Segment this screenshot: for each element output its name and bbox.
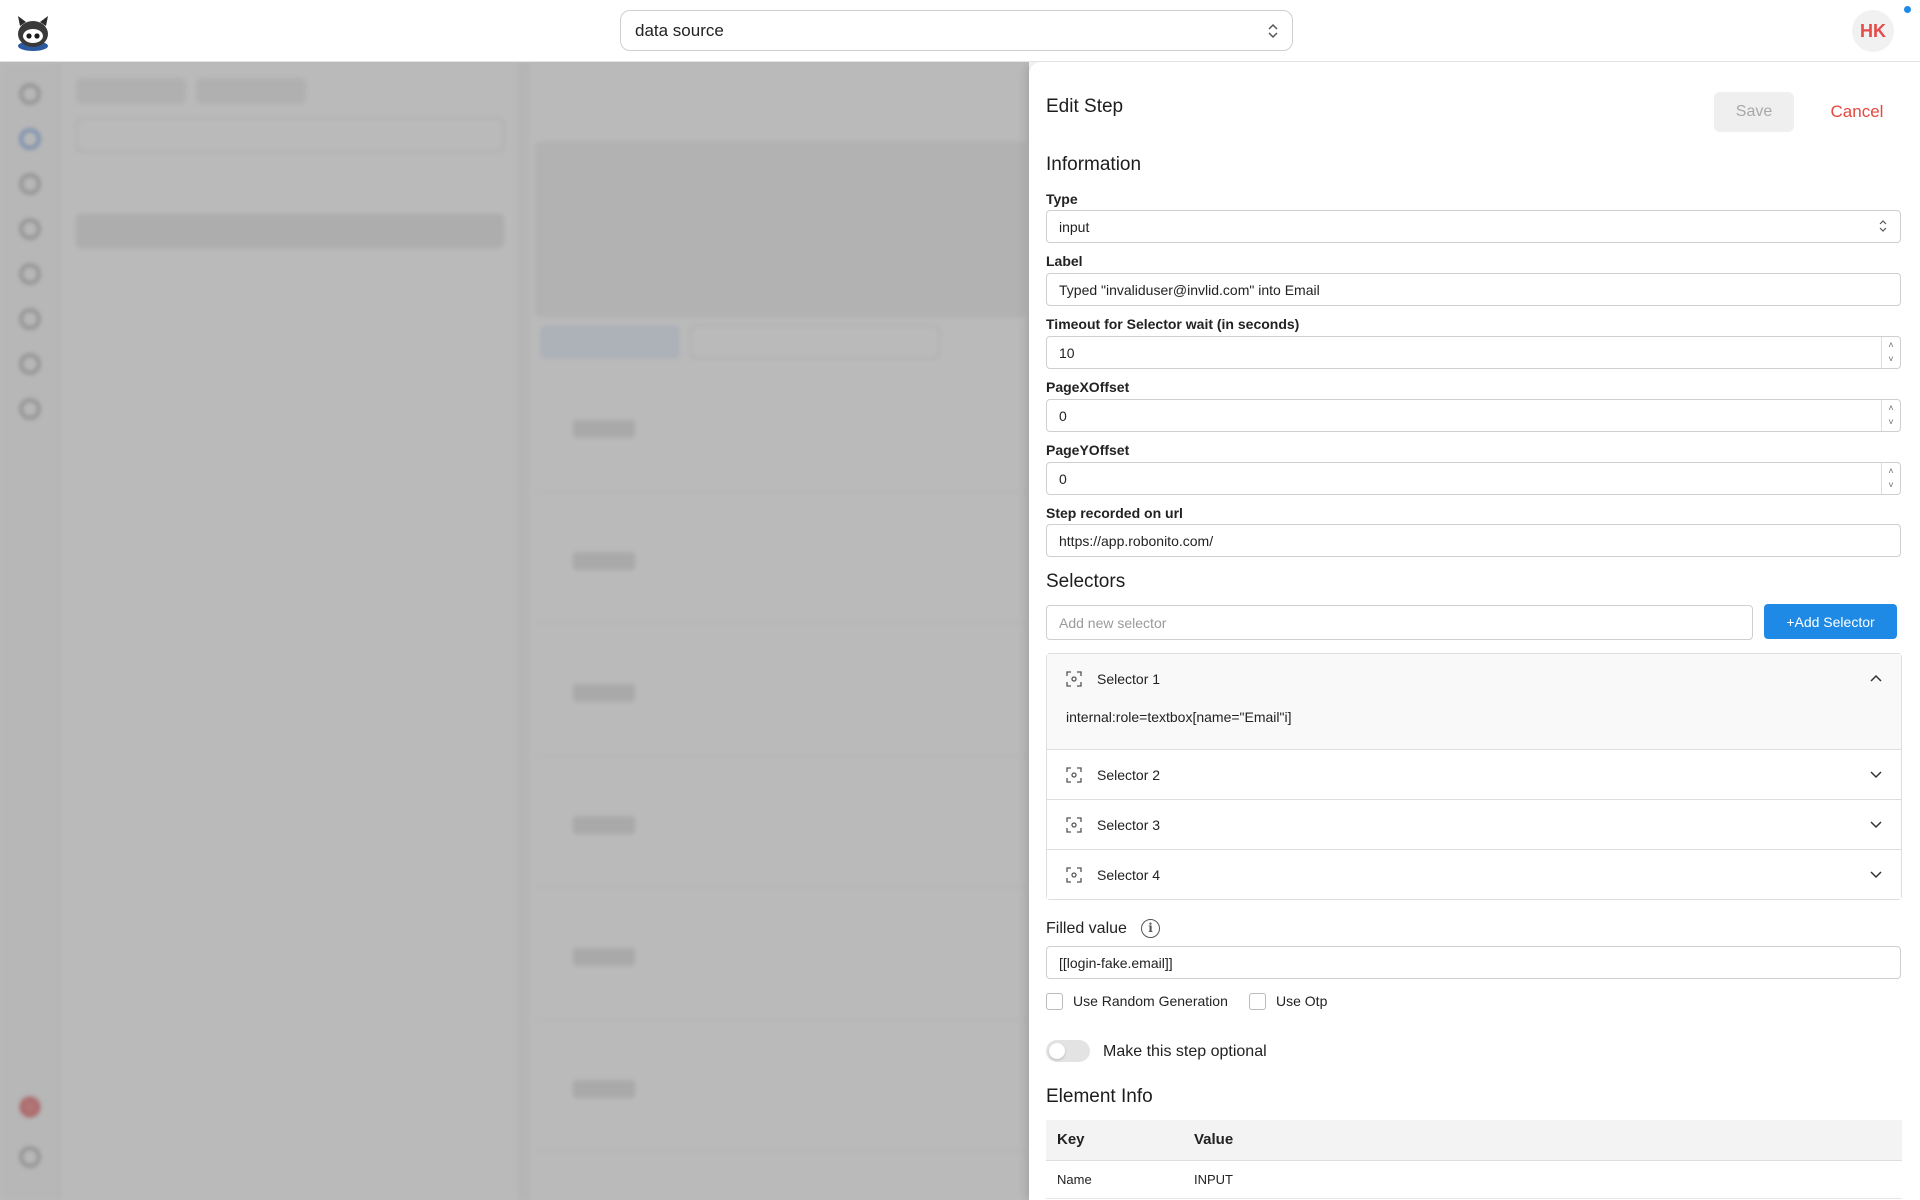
timeout-value: 10 — [1059, 345, 1075, 361]
otp-checkbox-row[interactable]: Use Otp — [1249, 992, 1327, 1010]
label-input[interactable]: Typed "invaliduser@invlid.com" into Emai… — [1046, 273, 1901, 306]
label-label: Label — [1046, 253, 1083, 269]
selector-item: Selector 4 — [1047, 850, 1901, 899]
save-button[interactable]: Save — [1714, 92, 1794, 132]
selector-header[interactable]: Selector 3 — [1047, 800, 1901, 849]
number-stepper[interactable]: ˄ ˅ — [1881, 337, 1900, 368]
selector-item: Selector 3 — [1047, 800, 1901, 850]
chevron-up-icon — [1870, 674, 1882, 682]
toggle-knob — [1049, 1043, 1065, 1059]
filled-value-label: Filled value — [1046, 920, 1127, 937]
pagey-label: PageYOffset — [1046, 442, 1130, 458]
project-select[interactable]: data source — [620, 10, 1293, 51]
modal-overlay[interactable] — [0, 62, 1029, 1200]
add-selector-button[interactable]: +Add Selector — [1764, 604, 1897, 639]
updown-chevron-icon — [1879, 220, 1887, 232]
information-heading: Information — [1046, 154, 1142, 175]
timeout-input[interactable]: 10 ˄ ˅ — [1046, 336, 1901, 369]
optional-toggle[interactable] — [1046, 1040, 1090, 1062]
pagey-value: 0 — [1059, 471, 1067, 487]
info-icon[interactable]: i — [1141, 919, 1160, 938]
selector-title: Selector 4 — [1097, 867, 1161, 883]
target-icon — [1066, 817, 1082, 833]
url-input[interactable]: https://app.robonito.com/ — [1046, 524, 1901, 557]
add-selector-input[interactable]: Add new selector — [1046, 605, 1753, 640]
selector-header[interactable]: Selector 2 — [1047, 750, 1901, 799]
element-info-table: Key Value Name INPUT — [1046, 1120, 1902, 1199]
pagex-label: PageXOffset — [1046, 379, 1130, 395]
target-icon — [1066, 767, 1082, 783]
column-header-value: Value — [1183, 1120, 1902, 1161]
element-info-heading: Element Info — [1046, 1086, 1153, 1107]
project-select-value: data source — [635, 20, 724, 40]
chevron-down-icon — [1870, 771, 1882, 779]
pagey-input[interactable]: 0 ˄ ˅ — [1046, 462, 1901, 495]
type-select-value: input — [1059, 219, 1090, 235]
optional-label: Make this step optional — [1103, 1043, 1267, 1060]
pagex-value: 0 — [1059, 408, 1067, 424]
user-avatar[interactable]: HK — [1852, 10, 1894, 52]
random-generation-label: Use Random Generation — [1073, 993, 1228, 1009]
selector-header[interactable]: Selector 4 — [1047, 850, 1901, 899]
random-generation-checkbox-row[interactable]: Use Random Generation — [1046, 992, 1228, 1010]
number-stepper[interactable]: ˄ ˅ — [1881, 463, 1900, 494]
chevron-down-icon — [1870, 821, 1882, 829]
filled-value-input[interactable]: [[login-fake.email]] — [1046, 946, 1901, 979]
type-select[interactable]: input — [1046, 210, 1901, 243]
table-row: Name INPUT — [1046, 1160, 1902, 1199]
chevron-down-icon — [1870, 871, 1882, 879]
otp-checkbox[interactable] — [1249, 992, 1266, 1010]
updown-chevron-icon — [1268, 23, 1278, 39]
app-logo-icon[interactable] — [14, 12, 52, 52]
edit-step-panel: Edit Step Save Cancel Information Type i… — [1029, 62, 1920, 1200]
selector-value: internal:role=textbox[name="Email"i] — [1066, 709, 1292, 725]
top-bar: data source HK — [0, 0, 1920, 62]
table-cell-value: INPUT — [1183, 1160, 1902, 1199]
selector-title: Selector 3 — [1097, 817, 1161, 833]
selector-item: Selector 1 internal:role=textbox[name="E… — [1047, 654, 1901, 750]
timeout-label: Timeout for Selector wait (in seconds) — [1046, 316, 1300, 332]
selector-item: Selector 2 — [1047, 750, 1901, 800]
target-icon — [1066, 671, 1082, 687]
table-header-row: Key Value — [1046, 1120, 1902, 1161]
target-icon — [1066, 867, 1082, 883]
table-cell-key: Name — [1046, 1160, 1183, 1199]
selector-header[interactable]: Selector 1 — [1047, 654, 1901, 703]
selectors-heading: Selectors — [1046, 571, 1126, 592]
number-stepper[interactable]: ˄ ˅ — [1881, 400, 1900, 431]
selector-accordion: Selector 1 internal:role=textbox[name="E… — [1046, 653, 1902, 900]
url-label: Step recorded on url — [1046, 505, 1183, 521]
column-header-key: Key — [1046, 1120, 1183, 1161]
panel-title: Edit Step — [1046, 96, 1124, 117]
notification-dot — [1904, 6, 1911, 13]
type-label: Type — [1046, 191, 1078, 207]
pagex-input[interactable]: 0 ˄ ˅ — [1046, 399, 1901, 432]
random-generation-checkbox[interactable] — [1046, 992, 1063, 1010]
selector-title: Selector 2 — [1097, 767, 1161, 783]
cancel-button[interactable]: Cancel — [1815, 92, 1899, 132]
selector-title: Selector 1 — [1097, 671, 1161, 687]
otp-label: Use Otp — [1276, 993, 1328, 1009]
